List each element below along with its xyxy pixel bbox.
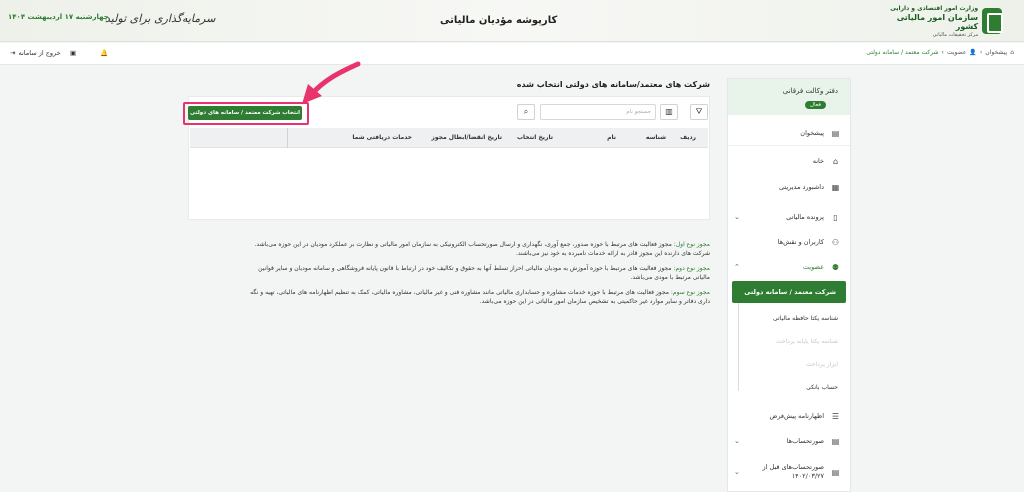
file-icon: ▯ (833, 212, 838, 222)
chevron-down-icon: ⌄ (734, 467, 740, 476)
invoice-icon: ▤ (831, 436, 840, 446)
bell-icon: 🔔 (100, 49, 109, 57)
column-header-selection-date: تاریخ انتخاب (517, 134, 553, 141)
sidebar-item-management-dashboard[interactable]: ▦ داشبورد مدیریتی (728, 179, 850, 195)
current-date: چهارشنبه ۱۷ اردیبهشت ۱۴۰۴ (8, 13, 109, 21)
sidebar-sub-memory-id[interactable]: شناسه یکتا حافظه مالیاتی (728, 311, 850, 327)
folder-user-icon: ▣ (70, 49, 77, 57)
search-input[interactable] (540, 104, 656, 120)
sidebar-item-users-roles[interactable]: ⚇ کاربران و نقش‌ها (728, 234, 850, 250)
tax-organization-logo: وزارت امور اقتصادی و دارایی سازمان امور … (882, 4, 1003, 38)
column-divider (287, 128, 288, 148)
invoice-icon: ▤ (831, 467, 840, 477)
sidebar-item-tax-file[interactable]: ▯ پرونده مالیاتی ⌄ (728, 209, 850, 225)
logout-icon: ⇥ (10, 49, 16, 57)
sidebar-sub-payment-tool: ابزار پرداخت (805, 361, 838, 368)
users-icon: ⚇ (831, 237, 840, 247)
license-type-2-description: مجوز نوع دوم: مجوز فعالیت های مرتبط با ح… (258, 265, 710, 281)
breadcrumb-separator: › (941, 49, 944, 56)
filter-button[interactable]: ⛛ (690, 104, 708, 120)
notifications-button[interactable]: 🔔 (100, 49, 108, 57)
slogan: سرمایه‌گذاری برای تولید (105, 12, 216, 25)
app-header: وزارت امور اقتصادی و دارایی سازمان امور … (0, 0, 1024, 42)
logout-label: خروج از سامانه (18, 49, 61, 57)
logo-line-2: سازمان امور مالیاتی کشور (896, 12, 979, 31)
columns-icon: ▥ (665, 107, 673, 116)
column-header-expiry-date: تاریخ انقضا/ابطال مجوز (431, 134, 502, 141)
status-badge: فعال (805, 101, 826, 109)
breadcrumb-separator: › (979, 49, 983, 56)
home-icon: ⌂ (1010, 49, 1014, 56)
logo-line-3: مرکز تحقیقات مالیاتی (932, 31, 979, 38)
folder-user-button[interactable]: ▣ (70, 49, 76, 57)
search-button[interactable]: ⌕ (517, 104, 535, 120)
license-type-3-description: مجوز نوع سوم: مجوز فعالیت های مرتبط با ح… (250, 289, 710, 305)
sidebar-item-dashboard[interactable]: ▤ پیشخوان (728, 125, 850, 141)
sidebar-item-invoices[interactable]: ▤ صورتحساب‌ها ⌄ (728, 433, 850, 449)
breadcrumb-item-current: شرکت معتمد / سامانه دولتی (866, 49, 939, 56)
search-icon: ⌕ (523, 107, 529, 116)
sidebar-sub-terminal-id: شناسه یکتا پایانه پرداخت (775, 338, 838, 345)
grid-icon: ▦ (831, 182, 840, 192)
highlight-annotation (183, 102, 309, 125)
office-name: دفتر وکالت فرقانی (782, 87, 838, 95)
logout-button[interactable]: خروج از سامانه ⇥ (10, 49, 61, 57)
breadcrumb-item-dashboard[interactable]: پیشخوان (985, 49, 1007, 56)
sidebar-sub-bank-account[interactable]: حساب بانکی (728, 380, 850, 396)
user-icon: ⚉ (831, 262, 840, 272)
column-header-id: شناسه (645, 134, 666, 141)
checklist-icon: ☰ (831, 411, 840, 421)
office-card: دفتر وکالت فرقانی فعال (728, 79, 850, 115)
filter-icon: ⛛ (695, 107, 703, 116)
emblem-icon (982, 8, 1003, 34)
annotation-arrow-icon (302, 61, 361, 104)
home-icon: ⌂ (832, 156, 839, 166)
toolbar: ⌂ پیشخوان › 👤 عضویت › شرکت معتمد / سامان… (0, 43, 1024, 65)
column-header-name: نام (607, 134, 616, 141)
user-icon: 👤 (969, 49, 977, 56)
sidebar-item-old-invoices[interactable]: ▤ صورتحساب‌های قبل از ۱۴۰۲/۰۳/۲۷ ⌄ (728, 459, 850, 485)
chevron-down-icon: ⌄ (734, 437, 740, 445)
columns-button[interactable]: ▥ (660, 104, 678, 120)
breadcrumb-item-membership[interactable]: عضویت (947, 49, 966, 56)
sidebar-sub-trusted-company[interactable]: شرکت معتمد / سامانه دولتی (732, 281, 846, 303)
column-header-services: خدمات دریافتی شما (352, 134, 412, 141)
column-header-row: ردیف (680, 134, 696, 141)
page-title: کارپوشه مؤدیان مالیاتی (440, 15, 558, 26)
sidebar-item-default-return[interactable]: ☰ اظهارنامه پیش‌فرض (728, 408, 850, 424)
license-type-1-description: مجوز نوع اول: مجوز فعالیت های مرتبط با ح… (254, 241, 710, 257)
chevron-down-icon: ⌄ (734, 213, 740, 221)
table-header: ردیف شناسه نام تاریخ انتخاب تاریخ انقضا/… (190, 128, 708, 148)
logo-line-1: وزارت امور اقتصادی و دارایی (890, 4, 979, 12)
sidebar-item-home[interactable]: ⌂ خانه (728, 153, 850, 169)
chevron-up-icon: ⌃ (734, 263, 740, 271)
dashboard-icon: ▤ (831, 128, 840, 138)
sidebar: دفتر وکالت فرقانی فعال ▤ پیشخوان ⌂ خانه … (727, 78, 851, 492)
sidebar-item-membership[interactable]: ⚉ عضویت ⌃ (728, 259, 850, 275)
breadcrumb: ⌂ پیشخوان › 👤 عضویت › شرکت معتمد / سامان… (866, 49, 1014, 56)
